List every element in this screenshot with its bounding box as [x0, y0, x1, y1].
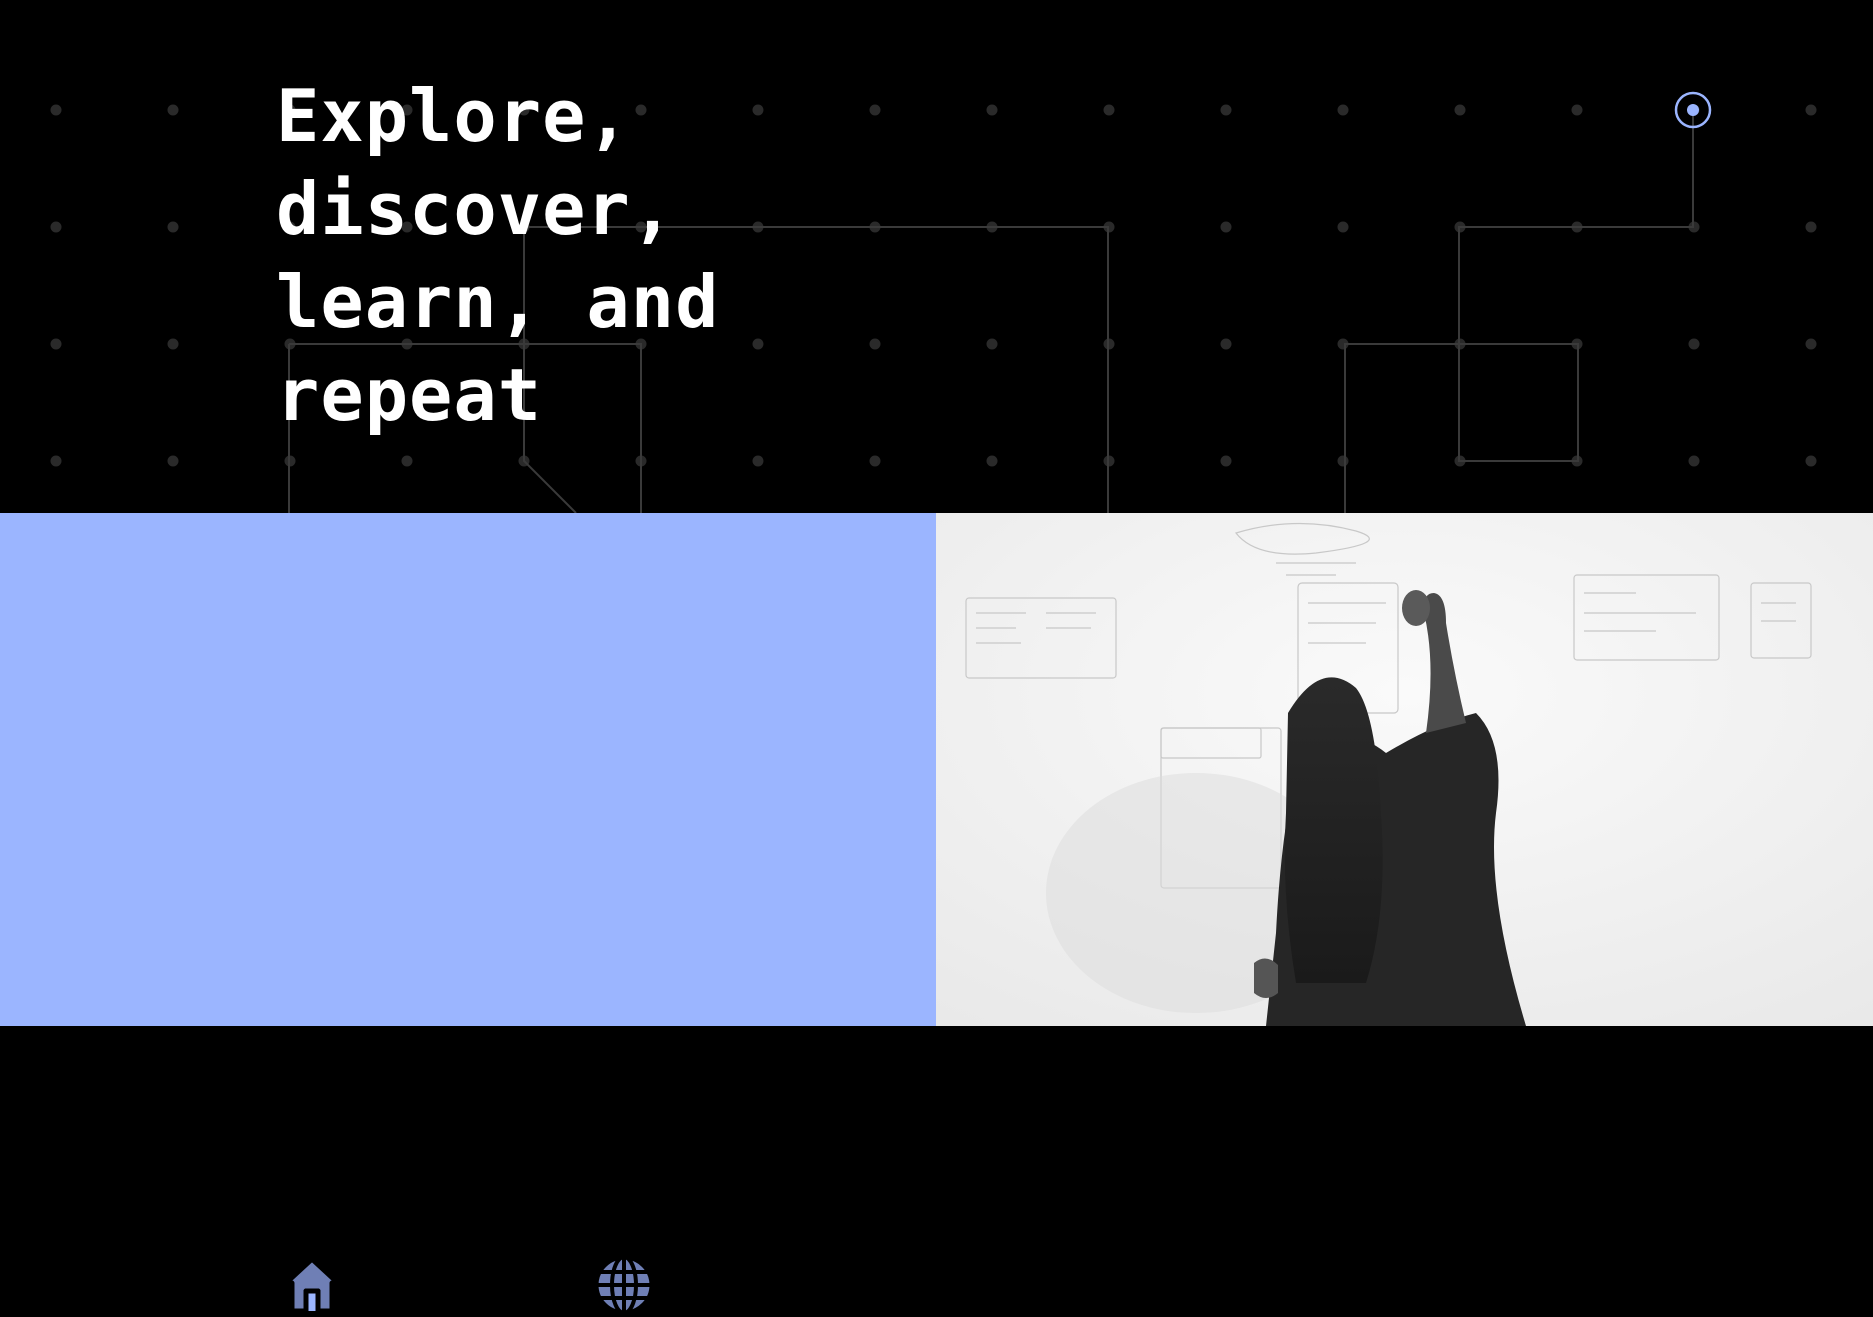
grid-dot	[1103, 104, 1115, 116]
grid-dot	[50, 221, 62, 233]
grid-dot	[1220, 455, 1232, 467]
grid-dot	[1688, 455, 1700, 467]
home-icon	[280, 1253, 344, 1317]
grid-dot	[752, 104, 764, 116]
hero-section: Explore, discover, learn, and repeat	[0, 0, 1873, 513]
feature-panel	[0, 513, 936, 1316]
grid-dot	[167, 104, 179, 116]
grid-dot	[986, 338, 998, 350]
grid-dot	[167, 338, 179, 350]
grid-dot	[1337, 455, 1349, 467]
person-writing-on-whiteboard-image	[936, 513, 1873, 1026]
grid-dot	[1220, 338, 1232, 350]
grid-dot	[1337, 221, 1349, 233]
grid-dot	[1805, 455, 1817, 467]
grid-dot	[50, 338, 62, 350]
grid-dot	[1805, 104, 1817, 116]
photo-panel	[936, 513, 1873, 1026]
grid-dot	[50, 104, 62, 116]
globe-icon	[592, 1253, 656, 1317]
grid-dot	[986, 104, 998, 116]
grid-dot	[1571, 104, 1583, 116]
grid-dot	[50, 455, 62, 467]
grid-dot	[752, 455, 764, 467]
grid-dot	[167, 455, 179, 467]
grid-dot	[1220, 104, 1232, 116]
icon-row	[280, 1253, 656, 1317]
airplane-takeoff-icon	[436, 1253, 500, 1317]
grid-dot	[869, 104, 881, 116]
grid-dot	[1220, 221, 1232, 233]
grid-dot	[1688, 338, 1700, 350]
grid-dot	[986, 455, 998, 467]
grid-dot	[401, 455, 413, 467]
grid-dot	[752, 338, 764, 350]
grid-dot	[167, 221, 179, 233]
grid-dot	[1337, 104, 1349, 116]
grid-dot	[869, 338, 881, 350]
grid-dot	[1805, 338, 1817, 350]
page-title: Explore, discover, learn, and repeat	[276, 74, 720, 437]
grid-dot	[869, 455, 881, 467]
grid-dot	[1454, 104, 1466, 116]
grid-dot	[1805, 221, 1817, 233]
